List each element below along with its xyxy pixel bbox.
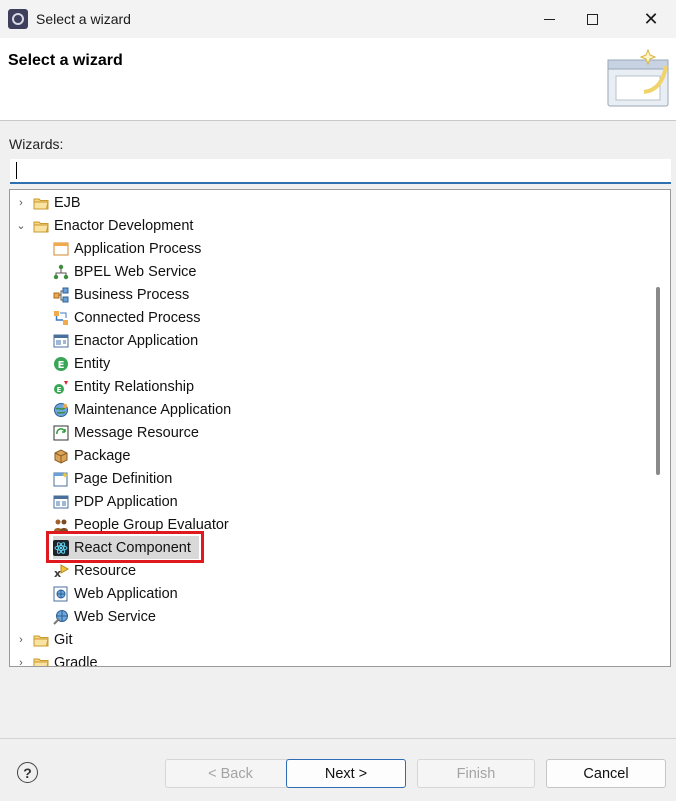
close-button[interactable]: ✕ <box>628 0 674 38</box>
tree-item-message-resource[interactable]: Message Resource <box>53 421 199 444</box>
tree-item-label: Application Process <box>74 240 202 257</box>
tree-item-maintenance-application[interactable]: Maintenance Application <box>53 398 231 421</box>
tree-item-label: Message Resource <box>74 424 199 441</box>
web-service-icon <box>53 609 68 625</box>
next-button[interactable]: Next > <box>286 759 406 788</box>
tree-item-label: Web Service <box>74 608 156 625</box>
tree-item-label: Web Application <box>74 585 178 602</box>
tree-item-react-component[interactable]: React Component <box>53 536 199 559</box>
tree-scrollbar-thumb[interactable] <box>656 287 660 475</box>
message-resource-icon <box>53 425 69 440</box>
people-group-evaluator-icon <box>54 519 68 531</box>
tree-item-label: Resource <box>74 562 137 579</box>
tree-item-label: PDP Application <box>74 493 178 510</box>
application-process-icon <box>53 242 69 255</box>
footer-divider <box>0 738 676 739</box>
back-button[interactable]: < Back <box>165 759 296 788</box>
tree-item-label: Maintenance Application <box>74 401 232 418</box>
folder-icon <box>33 635 49 646</box>
svg-text:E: E <box>58 360 65 371</box>
tree-item-label: People Group Evaluator <box>74 516 229 533</box>
wizard-tree[interactable]: › EJB ⌄ Enactor Development Application … <box>9 189 671 667</box>
tree-folder-ejb[interactable]: › EJB <box>10 191 650 214</box>
page-title: Select a wizard <box>8 52 123 69</box>
tree-item-web-service[interactable]: Web Service <box>53 605 156 628</box>
package-icon <box>54 448 68 464</box>
title-bar: Select a wizard ✕ <box>0 0 676 38</box>
minimize-button[interactable] <box>526 0 572 38</box>
maintenance-application-icon <box>54 402 68 417</box>
resource-icon: x <box>54 563 69 579</box>
minimize-icon <box>543 18 555 20</box>
wizard-banner-icon <box>607 48 669 107</box>
window-title: Select a wizard <box>36 11 131 27</box>
tree-folder-gradle[interactable]: › Gradle <box>10 651 650 667</box>
tree-item-business-process[interactable]: Business Process <box>53 283 189 306</box>
entity-icon: E <box>54 356 68 371</box>
header-banner: Select a wizard <box>0 38 676 121</box>
react-component-icon <box>53 539 69 556</box>
help-icon: ? <box>23 764 32 781</box>
tree-item-entity-relationship[interactable]: E Entity Relationship <box>53 375 194 398</box>
chevron-right-icon[interactable]: › <box>16 657 26 667</box>
tree-item-label: Connected Process <box>74 309 201 326</box>
tree-item-label: Entity Relationship <box>74 378 195 395</box>
tree-folder-enactor-development[interactable]: ⌄ Enactor Development <box>10 214 650 237</box>
svg-text:E: E <box>57 386 62 394</box>
business-process-icon <box>53 287 69 302</box>
tree-item-resource[interactable]: x Resource <box>53 559 136 582</box>
folder-icon <box>33 658 49 666</box>
tree-item-label: Page Definition <box>74 470 173 487</box>
maximize-button[interactable] <box>569 0 615 38</box>
tree-item-label: Package <box>74 447 131 464</box>
tree-item-package[interactable]: Package <box>53 444 130 467</box>
close-icon: ✕ <box>643 8 659 29</box>
bpel-web-service-icon <box>53 264 69 279</box>
entity-relationship-icon: E <box>54 380 68 394</box>
chevron-right-icon[interactable]: › <box>16 197 26 209</box>
folder-open-icon <box>33 221 49 232</box>
wizard-filter-input[interactable] <box>10 159 671 184</box>
folder-icon <box>33 198 49 209</box>
text-caret <box>16 162 17 179</box>
tree-item-application-process[interactable]: Application Process <box>53 237 201 260</box>
tree-folder-label: EJB <box>54 194 81 211</box>
page-definition-icon <box>53 471 68 486</box>
eclipse-app-icon <box>8 9 28 29</box>
chevron-right-icon[interactable]: › <box>16 634 26 646</box>
tree-item-entity[interactable]: E Entity <box>53 352 110 375</box>
tree-item-connected-process[interactable]: Connected Process <box>53 306 201 329</box>
tree-item-pdp-application[interactable]: PDP Application <box>53 490 178 513</box>
tree-item-bpel-web-service[interactable]: BPEL Web Service <box>53 260 197 283</box>
cancel-button[interactable]: Cancel <box>546 759 666 788</box>
tree-item-label: Business Process <box>74 286 190 303</box>
tree-item-page-definition[interactable]: Page Definition <box>53 467 172 490</box>
tree-item-people-group-evaluator[interactable]: People Group Evaluator <box>53 513 229 536</box>
tree-scrollbar[interactable] <box>659 190 670 666</box>
chevron-down-icon[interactable]: ⌄ <box>16 220 26 232</box>
tree-item-label: React Component <box>74 539 191 556</box>
connected-process-icon <box>54 310 68 325</box>
tree-item-label: BPEL Web Service <box>74 263 197 280</box>
tree-item-label: Enactor Application <box>74 332 199 349</box>
web-application-icon <box>53 586 68 601</box>
tree-folder-label: Gradle <box>54 654 98 667</box>
help-button[interactable]: ? <box>17 762 38 783</box>
tree-item-enactor-application[interactable]: Enactor Application <box>53 329 198 352</box>
enactor-application-icon <box>53 334 69 347</box>
tree-folder-label: Git <box>54 631 73 648</box>
tree-item-web-application[interactable]: Web Application <box>53 582 178 605</box>
svg-text:x: x <box>54 567 61 579</box>
tree-item-label: Entity <box>74 355 111 372</box>
wizards-label: Wizards: <box>9 136 64 152</box>
finish-button[interactable]: Finish <box>417 759 535 788</box>
tree-folder-label: Enactor Development <box>54 217 194 234</box>
tree-folder-git[interactable]: › Git <box>10 628 650 651</box>
pdp-application-icon <box>53 495 69 508</box>
maximize-icon <box>586 13 598 25</box>
